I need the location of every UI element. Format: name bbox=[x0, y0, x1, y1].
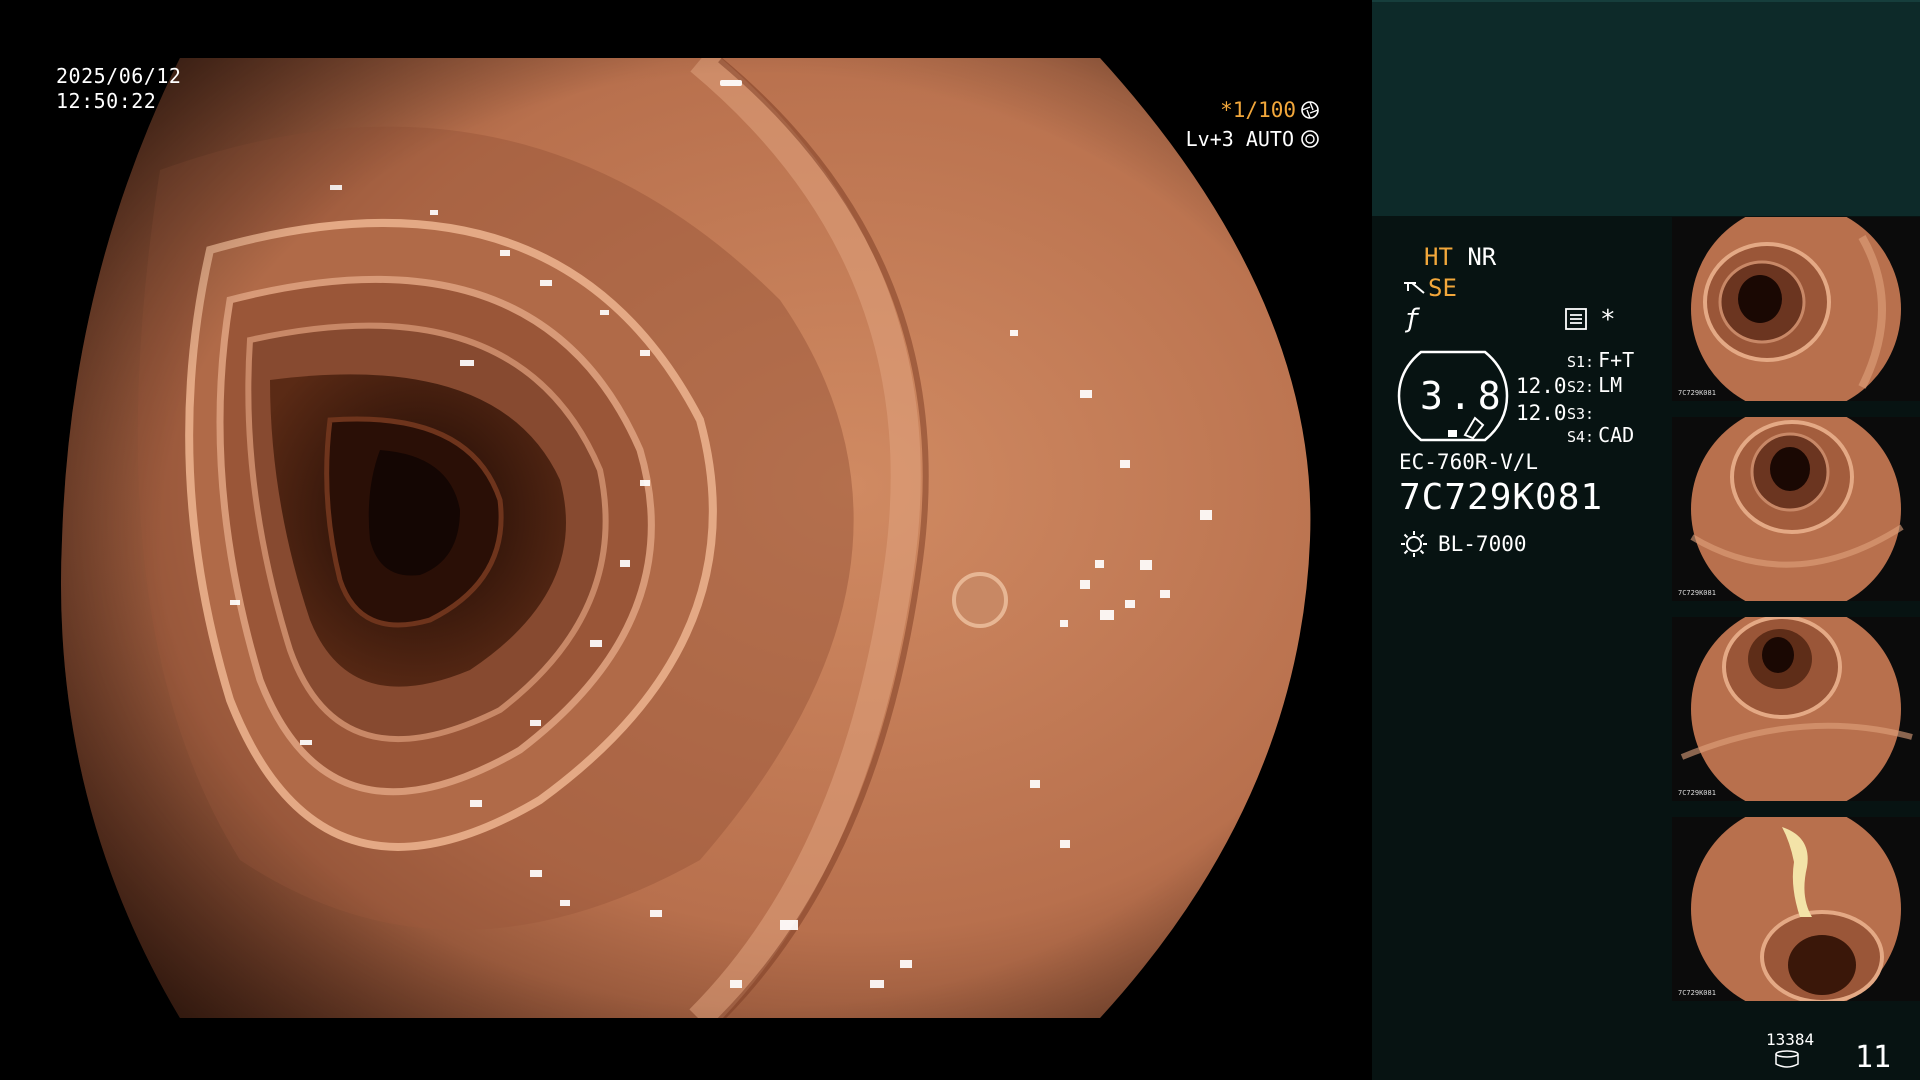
ht-nr-indicator: HT NR bbox=[1424, 243, 1496, 271]
slot-s2-value: LM bbox=[1598, 373, 1623, 397]
setting-value-b: 12.0 bbox=[1516, 401, 1567, 425]
nr-label: NR bbox=[1467, 243, 1497, 271]
setting-value-a: 12.0 bbox=[1516, 374, 1567, 398]
slot-s2-label: S2: bbox=[1567, 378, 1595, 396]
scope-model: EC-760R-V/L bbox=[1399, 450, 1539, 474]
slot-s1-label: S1: bbox=[1567, 353, 1595, 371]
slot-s4-label: S4: bbox=[1567, 428, 1595, 446]
zoom-value: 3.8 bbox=[1420, 374, 1507, 418]
se-label: SE bbox=[1428, 274, 1457, 302]
panel-header-area bbox=[1372, 0, 1920, 216]
slot-s1: S1: F+T bbox=[1567, 348, 1634, 374]
light-source-icon bbox=[1401, 531, 1427, 557]
thumbnail-image bbox=[1691, 217, 1901, 401]
structure-enhance-icon bbox=[1404, 282, 1425, 294]
shutter-icon bbox=[1301, 101, 1319, 119]
captured-image-thumbnail[interactable]: 7C729K081 bbox=[1672, 417, 1920, 601]
scope-serial-number: 7C729K081 bbox=[1399, 477, 1604, 518]
captured-image-thumbnail[interactable]: 7C729K081 bbox=[1672, 217, 1920, 401]
captured-image-thumbnail[interactable]: 7C729K081 bbox=[1672, 617, 1920, 801]
iris-level-value: Lv+3 AUTO bbox=[1185, 127, 1294, 151]
slot-s3-label: S3: bbox=[1567, 405, 1595, 423]
thumbnail-caption: 7C729K081 bbox=[1678, 389, 1716, 397]
captured-image-thumbnail[interactable]: 7C729K081 bbox=[1672, 817, 1920, 1001]
thumbnail-image bbox=[1691, 817, 1901, 1001]
thumbnail-image bbox=[1680, 617, 1913, 801]
image-index: 11 bbox=[1855, 1040, 1892, 1075]
light-source-indicator: BL-7000 bbox=[1400, 530, 1527, 558]
settings-list-icon bbox=[1565, 308, 1587, 330]
light-source-label: BL-7000 bbox=[1438, 532, 1527, 556]
ht-label: HT bbox=[1424, 243, 1453, 271]
image-count: 13384 bbox=[1766, 1030, 1815, 1049]
time-display: 12:50:22 bbox=[56, 89, 157, 113]
se-indicator: SE bbox=[1402, 274, 1457, 302]
slot-s4: S4: CAD bbox=[1567, 423, 1634, 449]
storage-icon bbox=[1775, 1050, 1799, 1068]
slot-s1-value: F+T bbox=[1598, 348, 1635, 372]
auto-iris-icon bbox=[1301, 130, 1319, 148]
thumbnail-image bbox=[1690, 417, 1904, 601]
endoscopy-image bbox=[60, 58, 1311, 1018]
shutter-speed-indicator: *1/100 bbox=[1220, 98, 1320, 122]
asterisk-indicator: * bbox=[1600, 305, 1616, 335]
f-symbol-icon: ƒ bbox=[1404, 304, 1420, 334]
shutter-speed-value: *1/100 bbox=[1220, 98, 1296, 122]
slot-s4-value: CAD bbox=[1598, 423, 1635, 447]
thumbnail-caption: 7C729K081 bbox=[1678, 989, 1716, 997]
thumbnail-caption: 7C729K081 bbox=[1678, 789, 1716, 797]
thumbnail-caption: 7C729K081 bbox=[1678, 589, 1716, 597]
endoscope-view: 2025/06/12 12:50:22 *1/100 Lv+3 AUTO bbox=[0, 0, 1372, 1080]
iris-level-indicator: Lv+3 AUTO bbox=[1186, 127, 1320, 151]
slot-s2: S2: LM bbox=[1567, 373, 1622, 399]
date-display: 2025/06/12 bbox=[56, 64, 182, 88]
